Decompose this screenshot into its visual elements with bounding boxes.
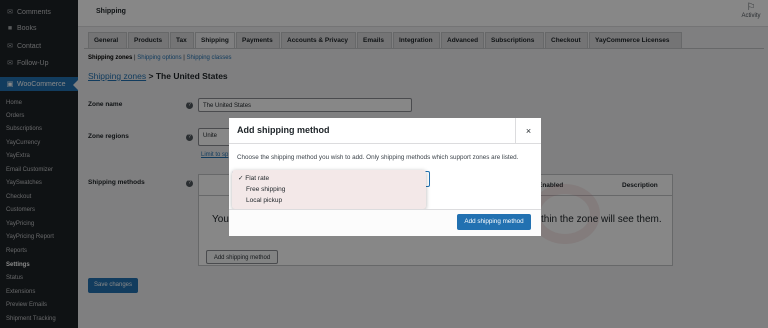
checkmark-icon: ✓ <box>238 175 244 182</box>
modal-add-shipping-method-button[interactable]: Add shipping method <box>457 214 531 230</box>
option-flat-rate[interactable]: ✓ Flat rate <box>238 174 269 182</box>
modal-title: Add shipping method <box>237 125 330 135</box>
option-free-shipping[interactable]: Free shipping <box>246 186 285 193</box>
modal-description: Choose the shipping method you wish to a… <box>237 154 519 161</box>
close-icon[interactable]: × <box>515 118 541 144</box>
option-local-pickup[interactable]: Local pickup <box>246 197 282 204</box>
